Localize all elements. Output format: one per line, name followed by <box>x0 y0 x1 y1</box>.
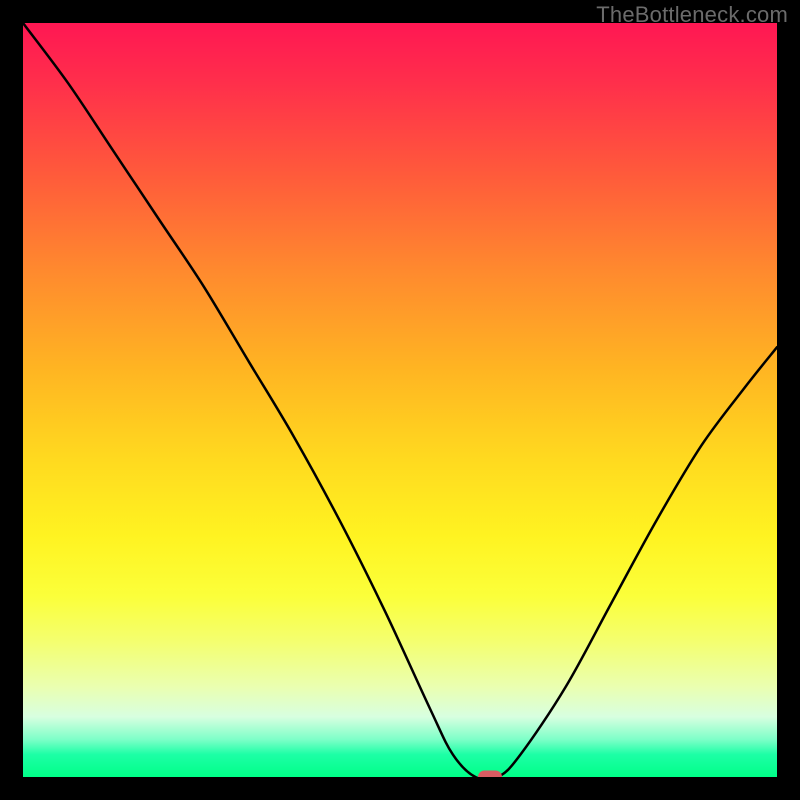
bottleneck-curve <box>23 23 777 777</box>
optimum-marker <box>478 771 502 778</box>
chart-frame: TheBottleneck.com <box>0 0 800 800</box>
watermark-text: TheBottleneck.com <box>596 2 788 28</box>
curve-path <box>23 23 777 777</box>
plot-area <box>23 23 777 777</box>
